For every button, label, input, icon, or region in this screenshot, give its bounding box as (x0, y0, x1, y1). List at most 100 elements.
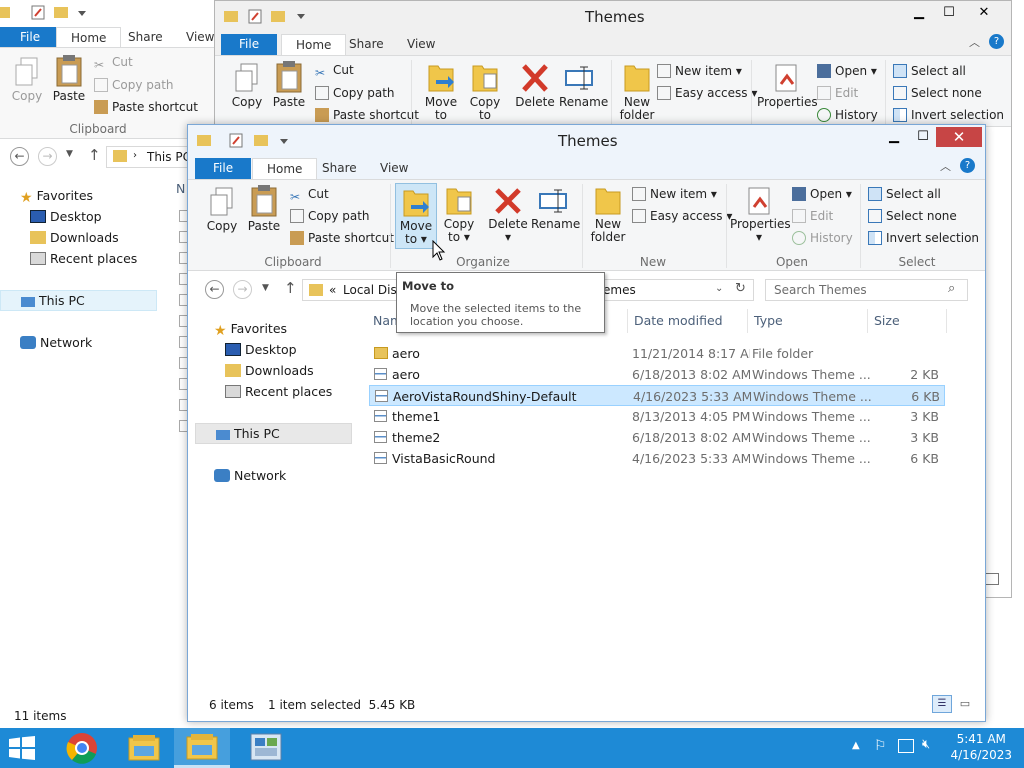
address-segment-themes[interactable]: emes (603, 283, 636, 297)
back-cut-button[interactable]: ✂ Cut (315, 61, 354, 80)
left-nav-recent-places[interactable]: Recent places (30, 251, 137, 266)
front-delete-button[interactable]: Delete ▾ (488, 186, 528, 244)
front-paste-button[interactable]: Paste (246, 184, 282, 233)
back-select-none-button[interactable]: Select none (893, 84, 982, 102)
front-back-arrow-icon[interactable]: ← (205, 280, 224, 299)
left-forward-arrow-icon[interactable]: → (38, 147, 57, 166)
front-ribbon-collapse-icon[interactable]: ︿ (940, 158, 951, 174)
back-delete-button[interactable]: Delete (515, 62, 555, 109)
front-search-box[interactable]: Search Themes ⌕ (765, 279, 968, 301)
back-copy-path-button[interactable]: Copy path (315, 84, 395, 102)
back-copy-button[interactable]: Copy (229, 62, 265, 109)
front-paste-shortcut-button[interactable]: Paste shortcut (290, 229, 394, 247)
left-recent-dropdown-icon[interactable]: ▼ (66, 149, 73, 159)
back-edit-button[interactable]: Edit (817, 84, 858, 102)
file-row[interactable]: VistaBasicRound 4/16/2023 5:33 AM Windows … (369, 448, 945, 469)
front-titlebar[interactable]: Themes ▁ ☐ ✕ (188, 125, 985, 155)
left-nav-network[interactable]: Network (20, 335, 92, 350)
back-close-button[interactable]: ✕ (971, 4, 997, 22)
address-dropdown-icon[interactable]: ⌄ (715, 283, 723, 294)
back-tab-view[interactable]: View (393, 34, 449, 55)
back-ribbon-collapse-icon[interactable]: ︿ (969, 34, 980, 50)
front-copy-path-button[interactable]: Copy path (290, 207, 370, 225)
left-up-arrow-icon[interactable]: ↑ (88, 146, 101, 164)
front-close-button[interactable]: ✕ (936, 127, 982, 147)
action-center-flag-icon[interactable]: ⚐ (874, 738, 887, 754)
show-hidden-icons-icon[interactable]: ▲ (852, 740, 860, 751)
front-nav-desktop[interactable]: Desktop (225, 342, 297, 357)
column-header-type[interactable]: Type (748, 309, 868, 333)
front-tab-view[interactable]: View (366, 158, 422, 179)
taskbar-control-panel[interactable] (238, 728, 294, 768)
back-help-icon[interactable]: ? (989, 34, 1004, 49)
back-paste-button[interactable]: Paste (271, 60, 307, 109)
search-icon[interactable]: ⌕ (948, 281, 955, 296)
left-nav-this-pc[interactable]: This PC (0, 290, 157, 311)
file-row[interactable]: aero 6/18/2013 8:02 AM Windows Theme ... 2 … (369, 364, 945, 385)
network-tray-icon[interactable] (898, 739, 914, 753)
front-easy-access-button[interactable]: Easy access ▾ (632, 207, 732, 225)
front-select-all-button[interactable]: Select all (868, 185, 941, 203)
file-row[interactable]: theme1 8/13/2013 4:05 PM Windows Theme ...… (369, 406, 945, 427)
back-invert-selection-button[interactable]: Invert selection (893, 106, 1004, 124)
left-tab-file[interactable]: File (0, 27, 61, 48)
back-open-button[interactable]: Open ▾ (817, 62, 877, 80)
left-cut-button[interactable]: ✂ Cut (94, 53, 133, 72)
front-copy-to-button[interactable]: Copy to ▾ (439, 184, 479, 244)
back-select-all-button[interactable]: Select all (893, 62, 966, 80)
front-maximize-button[interactable]: ☐ (910, 128, 936, 146)
back-rename-button[interactable]: Rename (559, 62, 608, 109)
front-new-folder-button[interactable]: New folder (588, 184, 628, 244)
address-segment-local-disk[interactable]: Local Disk (343, 283, 404, 297)
details-view-icon[interactable]: ☰ (932, 695, 952, 713)
file-row[interactable]: theme2 6/18/2013 8:02 AM Windows Theme ...… (369, 427, 945, 448)
left-paste-shortcut-button[interactable]: Paste shortcut (94, 98, 198, 116)
taskbar-file-explorer[interactable] (116, 728, 172, 768)
front-select-none-button[interactable]: Select none (868, 207, 957, 225)
front-invert-selection-button[interactable]: Invert selection (868, 229, 979, 247)
front-move-to-button[interactable]: Move to ▾ (395, 183, 437, 249)
front-tab-file[interactable]: File (195, 158, 252, 179)
front-tab-share[interactable]: Share (308, 158, 371, 179)
taskbar-clock[interactable]: 5:41 AM 4/16/2023 (950, 731, 1012, 763)
front-nav-downloads[interactable]: Downloads (225, 363, 314, 378)
front-nav-this-pc[interactable]: This PC (195, 423, 352, 444)
left-tab-view[interactable]: View (172, 27, 228, 48)
front-nav-network[interactable]: Network (214, 468, 286, 483)
back-details-view-icon[interactable] (985, 573, 999, 585)
front-rename-button[interactable]: Rename (531, 186, 580, 231)
back-maximize-button[interactable]: ☐ (936, 4, 962, 22)
back-minimize-button[interactable]: ▁ (906, 4, 932, 22)
left-titlebar[interactable] (0, 0, 214, 24)
back-titlebar[interactable]: Themes ▁ ☐ ✕ (215, 1, 1011, 31)
left-copy-path-button[interactable]: Copy path (94, 76, 174, 94)
left-paste-button[interactable]: Paste (52, 54, 86, 103)
front-nav-recent-places[interactable]: Recent places (225, 384, 332, 399)
back-copy-to-button[interactable]: Copy to (467, 60, 503, 122)
windows-start-icon[interactable] (8, 736, 36, 763)
volume-muted-icon[interactable]: 🔇︎ (922, 737, 930, 752)
left-nav-desktop[interactable]: Desktop (30, 209, 102, 224)
left-copy-button[interactable]: Copy (10, 56, 44, 103)
front-history-button[interactable]: History (792, 229, 853, 247)
left-nav-favorites[interactable]: ★ Favorites (20, 188, 93, 206)
front-help-icon[interactable]: ? (960, 158, 975, 173)
file-row[interactable]: AeroVistaRoundShiny-Default 4/16/2023 5:3… (369, 385, 945, 406)
front-open-button[interactable]: Open ▾ (792, 185, 852, 203)
left-tab-home[interactable]: Home (56, 27, 122, 48)
back-tab-share[interactable]: Share (335, 34, 398, 55)
back-easy-access-button[interactable]: Easy access ▾ (657, 84, 757, 102)
front-nav-favorites[interactable]: ★ Favorites (214, 321, 287, 339)
back-paste-shortcut-button[interactable]: Paste shortcut (315, 106, 419, 124)
front-cut-button[interactable]: ✂ Cut (290, 185, 329, 204)
front-properties-button[interactable]: Properties ▾ (730, 186, 791, 244)
front-edit-button[interactable]: Edit (792, 207, 833, 225)
back-move-to-button[interactable]: Move to (423, 60, 459, 122)
front-new-item-button[interactable]: New item ▾ (632, 185, 717, 203)
front-up-arrow-icon[interactable]: ↑ (284, 279, 297, 297)
front-recent-dropdown-icon[interactable]: ▼ (262, 283, 269, 293)
left-nav-downloads[interactable]: Downloads (30, 230, 119, 245)
taskbar-file-explorer-active[interactable] (174, 728, 230, 768)
front-minimize-button[interactable]: ▁ (881, 128, 907, 146)
front-forward-arrow-icon[interactable]: → (233, 280, 252, 299)
